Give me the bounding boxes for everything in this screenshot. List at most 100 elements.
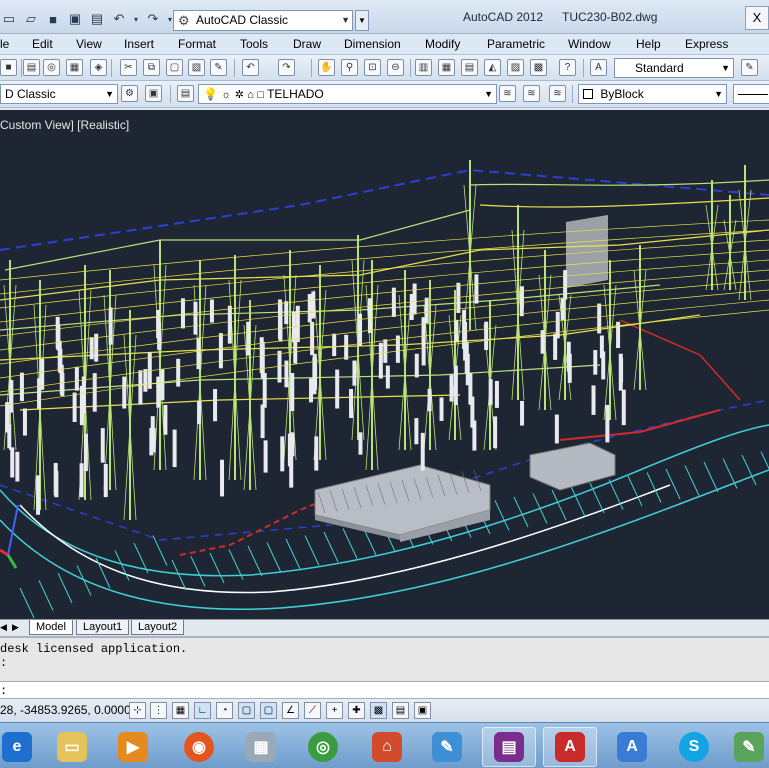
plot-preview-icon[interactable]: ◎: [43, 59, 60, 76]
object-snap-icon[interactable]: ▢: [238, 702, 255, 719]
make-current-layer-icon[interactable]: ≋: [499, 85, 516, 102]
publish-icon[interactable]: ▦: [66, 59, 83, 76]
snap-mode-icon[interactable]: ⋮: [150, 702, 167, 719]
selection-cycling-icon[interactable]: ▣: [414, 702, 431, 719]
block-editor-icon[interactable]: ✎: [210, 59, 227, 76]
layer-state-icon[interactable]: ≋: [549, 85, 566, 102]
menu-tools[interactable]: Tools: [240, 37, 268, 51]
firefox-button[interactable]: ◉: [172, 727, 226, 767]
workspace-icon[interactable]: ▣: [145, 85, 162, 102]
open-icon[interactable]: ▱: [22, 10, 40, 28]
undo-icon[interactable]: ↶: [110, 10, 128, 28]
menu-view[interactable]: View: [76, 37, 102, 51]
explorer-button[interactable]: ▭: [45, 727, 99, 767]
media-player-button[interactable]: ▶: [106, 727, 160, 767]
zoom-realtime-icon[interactable]: ⚲: [341, 59, 358, 76]
match-properties-icon[interactable]: ▧: [188, 59, 205, 76]
skype-button[interactable]: S: [667, 727, 721, 767]
zoom-window-icon[interactable]: ⊡: [364, 59, 381, 76]
menu-window[interactable]: Window: [568, 37, 611, 51]
transparency-icon[interactable]: ▩: [370, 702, 387, 719]
paint-button[interactable]: ✎: [420, 727, 474, 767]
paste-icon[interactable]: ▢: [166, 59, 183, 76]
zoom-previous-icon[interactable]: ⊖: [387, 59, 404, 76]
quick-properties-icon[interactable]: ▤: [392, 702, 409, 719]
tab-scroll-right-icon[interactable]: ▶: [12, 620, 19, 635]
layer-select[interactable]: 💡 ☼ ✲ ⌂ □ TELHADO ▼: [198, 84, 497, 104]
workspace-combo[interactable]: D Classic ▼: [0, 84, 118, 104]
menu-dimension[interactable]: Dimension: [344, 37, 401, 51]
plot-icon[interactable]: ▤: [88, 10, 106, 28]
markup-icon[interactable]: ▨: [507, 59, 524, 76]
wordpad-button[interactable]: A: [605, 727, 659, 767]
tool-palettes-icon[interactable]: ▤: [461, 59, 478, 76]
winrar-button[interactable]: ▤: [482, 727, 536, 767]
tab-model[interactable]: Model: [29, 620, 73, 635]
layer-properties-icon[interactable]: ▤: [177, 85, 194, 102]
menu-modify[interactable]: Modify: [425, 37, 460, 51]
menu-format[interactable]: Format: [178, 37, 216, 51]
equipment-post: [349, 389, 354, 419]
infer-constraints-icon[interactable]: ⊹: [129, 702, 146, 719]
ie-button[interactable]: e: [0, 727, 44, 767]
lineweight-icon[interactable]: ✚: [348, 702, 365, 719]
menu-help[interactable]: Help: [636, 37, 661, 51]
pan-icon[interactable]: ✋: [318, 59, 335, 76]
autocad-button[interactable]: A: [543, 727, 597, 767]
undo-dropdown-icon[interactable]: ▾: [132, 10, 140, 28]
3d-print-icon[interactable]: ◈: [90, 59, 107, 76]
redo-icon[interactable]: ↷: [144, 10, 162, 28]
calculator-button[interactable]: ▦: [234, 727, 288, 767]
3d-object-snap-icon[interactable]: ▢: [260, 702, 277, 719]
save-icon[interactable]: ■: [0, 59, 17, 76]
help-icon[interactable]: ?: [559, 59, 576, 76]
polar-tracking-icon[interactable]: ◔: [216, 702, 233, 719]
paint2-button[interactable]: ✎: [722, 727, 769, 767]
text-style-icon[interactable]: A: [590, 59, 607, 76]
properties-icon[interactable]: ▥: [415, 59, 432, 76]
menu-edit[interactable]: Edit: [32, 37, 53, 51]
grid-display-icon[interactable]: ▦: [172, 702, 189, 719]
color-value: ByBlock: [600, 87, 644, 101]
cut-icon[interactable]: ✂: [120, 59, 137, 76]
plot-icon[interactable]: ▤: [23, 59, 40, 76]
dynamic-input-icon[interactable]: +: [326, 702, 343, 719]
menu-express[interactable]: Express: [685, 37, 728, 51]
lightbulb-icon: 💡: [203, 87, 218, 101]
standard-toolbar: ■ ▤ ◎ ▦ ◈ ✂ ⧉ ▢ ▧ ✎ ↶ ↷ ✋ ⚲ ⊡ ⊖ ▥ ▦ ▤ ◭ …: [0, 55, 769, 81]
sheet-set-icon[interactable]: ◭: [484, 59, 501, 76]
text-style-select[interactable]: Standard ▼: [614, 58, 734, 78]
usb-button[interactable]: ⌂: [360, 727, 414, 767]
drawing-viewport[interactable]: Custom View] [Realistic]: [0, 110, 769, 619]
chrome-button[interactable]: ◎: [296, 727, 350, 767]
substation-3d-model[interactable]: [0, 110, 769, 619]
menu-parametric[interactable]: Parametric: [487, 37, 545, 51]
save-icon[interactable]: ■: [44, 10, 62, 28]
menu-file[interactable]: le: [0, 37, 9, 51]
menu-insert[interactable]: Insert: [124, 37, 154, 51]
object-snap-tracking-icon[interactable]: ∠: [282, 702, 299, 719]
viewport-label[interactable]: Custom View] [Realistic]: [0, 118, 129, 132]
workspace-selector[interactable]: ⚙ AutoCAD Classic ▼: [173, 10, 353, 31]
new-icon[interactable]: ▭: [0, 10, 18, 28]
customize-quick-access-button[interactable]: ▼: [355, 10, 369, 31]
workspace-settings-icon[interactable]: ⚙: [121, 85, 138, 102]
tab-layout2[interactable]: Layout2: [131, 620, 185, 635]
calculator-icon[interactable]: ▩: [530, 59, 547, 76]
linetype-select[interactable]: [733, 84, 769, 104]
redo-icon[interactable]: ↷: [278, 59, 295, 76]
undo-icon[interactable]: ↶: [242, 59, 259, 76]
menu-draw[interactable]: Draw: [293, 37, 321, 51]
layer-previous-icon[interactable]: ≋: [523, 85, 540, 102]
save-as-icon[interactable]: ▣: [66, 10, 84, 28]
color-select[interactable]: ByBlock ▼: [578, 84, 727, 104]
tab-layout1[interactable]: Layout1: [76, 620, 130, 635]
dynamic-ucs-icon[interactable]: ⟋: [304, 702, 321, 719]
dimension-style-icon[interactable]: ✎: [741, 59, 758, 76]
coordinate-readout[interactable]: 28, -34853.9265, 0.0000: [0, 703, 131, 717]
design-center-icon[interactable]: ▦: [438, 59, 455, 76]
tab-scroll-left-icon[interactable]: ◀: [0, 620, 7, 635]
ortho-mode-icon[interactable]: ∟: [194, 702, 211, 719]
copy-icon[interactable]: ⧉: [143, 59, 160, 76]
close-button[interactable]: X: [745, 6, 769, 30]
